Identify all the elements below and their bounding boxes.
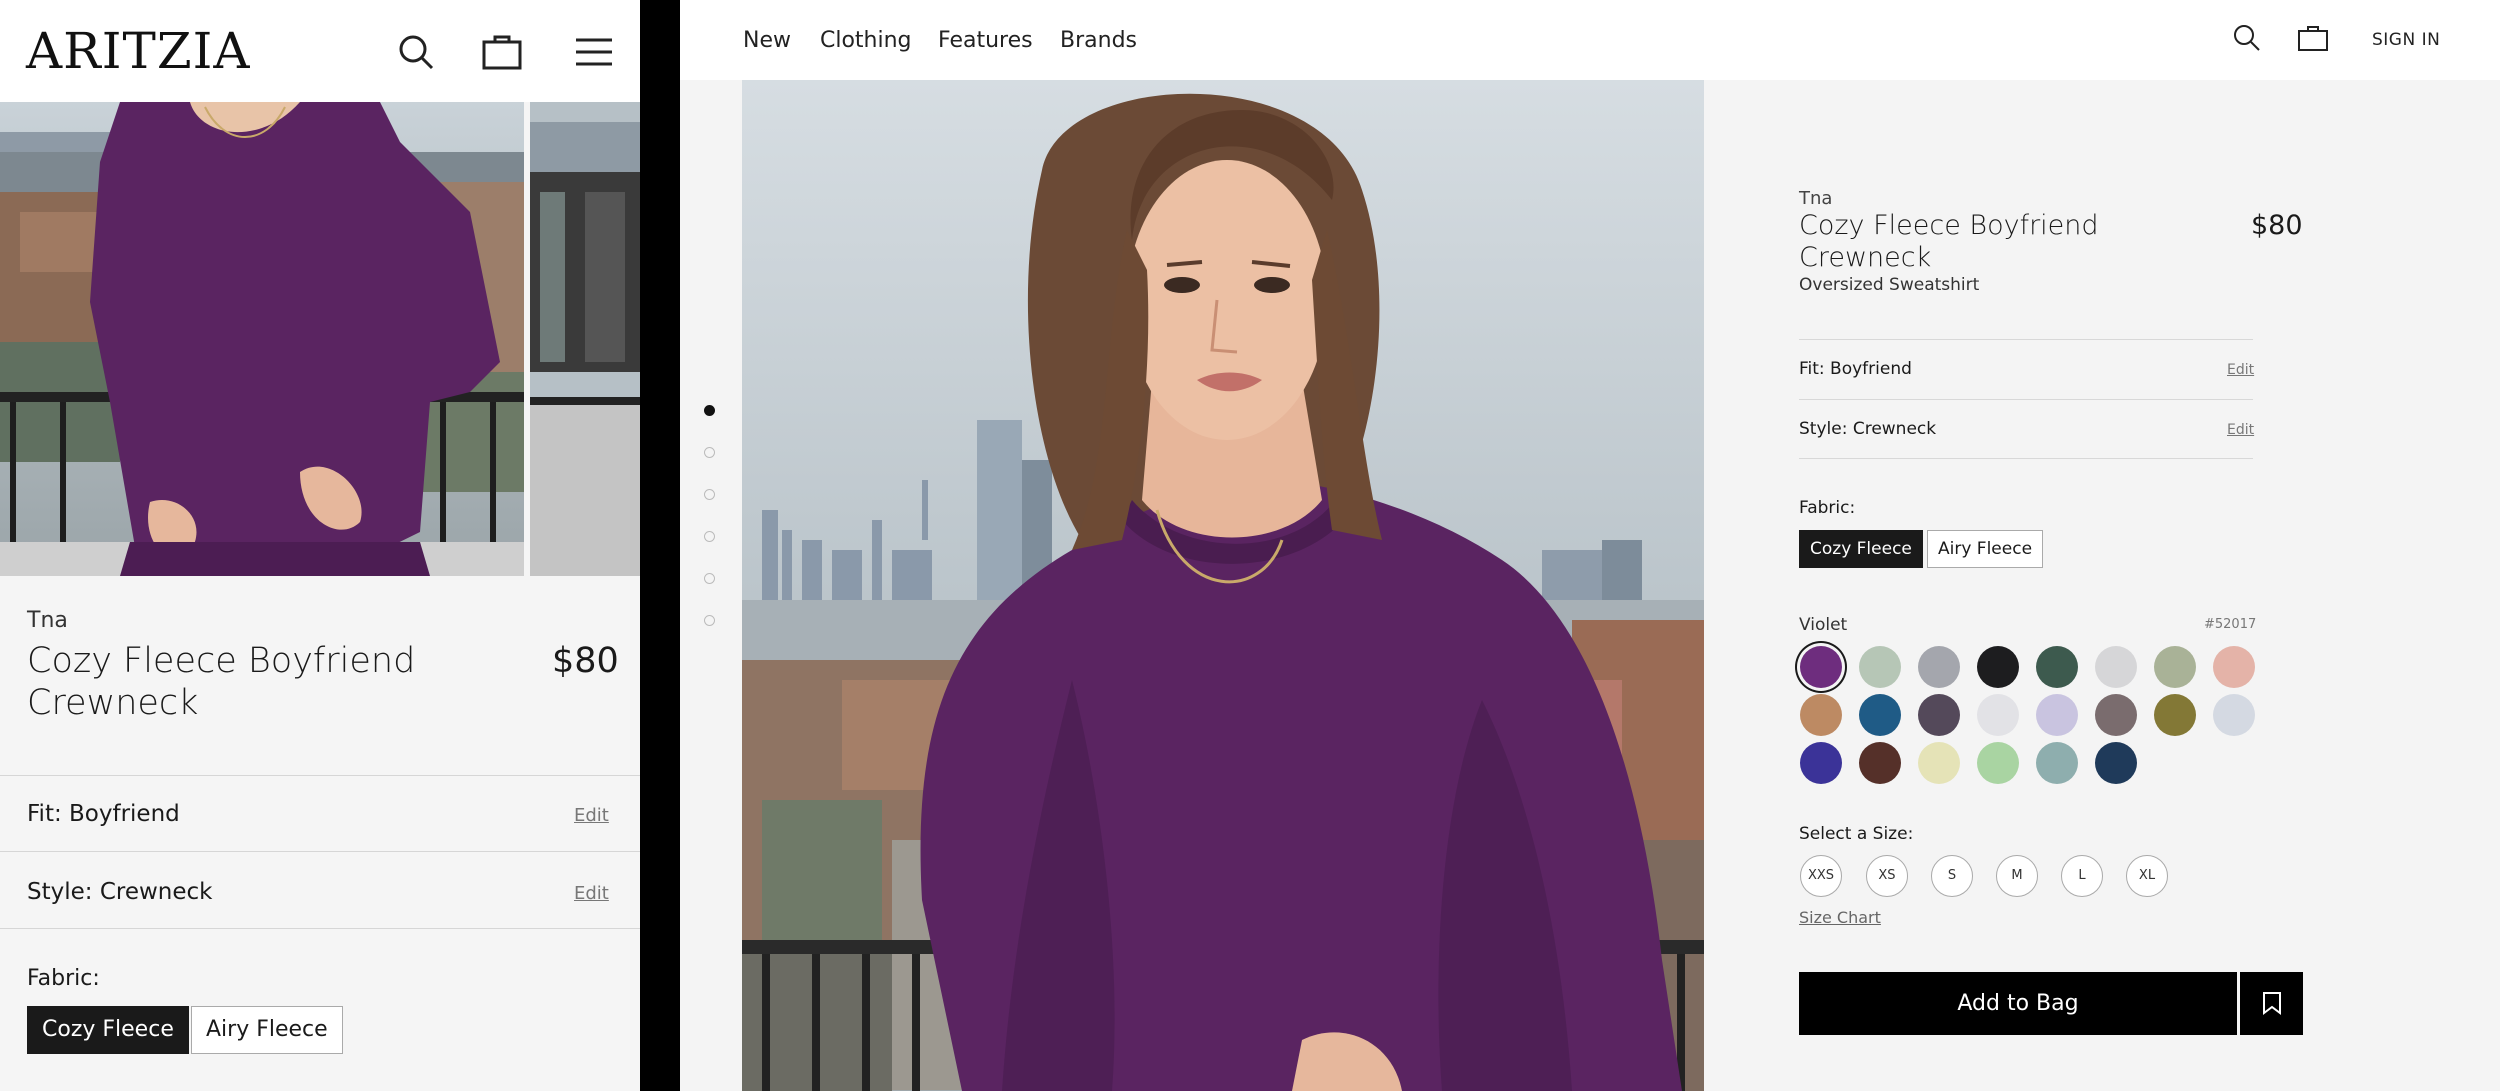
gallery-dot[interactable] bbox=[704, 615, 715, 626]
bookmark-icon bbox=[2263, 992, 2281, 1015]
color-swatch[interactable] bbox=[1800, 742, 1842, 784]
gallery-pagination bbox=[704, 405, 718, 657]
search-icon[interactable] bbox=[394, 30, 438, 74]
size-option-m[interactable]: M bbox=[1996, 855, 2038, 897]
size-option-s[interactable]: S bbox=[1931, 855, 1973, 897]
product-brand[interactable]: Tna bbox=[1799, 188, 1832, 209]
color-swatch[interactable] bbox=[2213, 646, 2255, 688]
bag-icon[interactable] bbox=[480, 30, 524, 74]
style-option-label: Style: Crewneck bbox=[27, 879, 213, 905]
color-swatch[interactable] bbox=[1918, 694, 1960, 736]
product-price: $80 bbox=[552, 641, 619, 681]
fit-option-label: Fit: Boyfriend bbox=[1799, 359, 1912, 379]
product-title: Cozy Fleece Boyfriend Crewneck bbox=[1799, 210, 2099, 273]
fit-edit-link[interactable]: Edit bbox=[2227, 362, 2254, 378]
color-swatch[interactable] bbox=[1977, 742, 2019, 784]
size-option-xxs[interactable]: XXS bbox=[1800, 855, 1842, 897]
nav-new[interactable]: New bbox=[743, 28, 791, 53]
mobile-header: ARITZIA bbox=[0, 0, 640, 102]
gallery-dot[interactable] bbox=[704, 573, 715, 584]
size-option-xs[interactable]: XS bbox=[1866, 855, 1908, 897]
color-swatch[interactable] bbox=[1918, 646, 1960, 688]
color-swatch[interactable] bbox=[2154, 646, 2196, 688]
color-swatch[interactable] bbox=[2213, 694, 2255, 736]
color-swatch[interactable] bbox=[1859, 694, 1901, 736]
divider bbox=[1799, 339, 2253, 340]
gallery-dot[interactable] bbox=[704, 489, 715, 500]
color-swatch[interactable] bbox=[1918, 742, 1960, 784]
color-swatch[interactable] bbox=[2095, 694, 2137, 736]
style-option-label: Style: Crewneck bbox=[1799, 419, 1937, 439]
add-to-bag-button[interactable]: Add to Bag bbox=[1799, 972, 2237, 1035]
product-brand[interactable]: Tna bbox=[27, 608, 68, 633]
product-title: Cozy Fleece Boyfriend Crewneck bbox=[27, 641, 416, 723]
product-subtitle: Oversized Sweatshirt bbox=[1799, 275, 1980, 295]
bag-icon[interactable] bbox=[2297, 22, 2329, 54]
mobile-view: ARITZIA Tna Cozy Fleece Boyfriend Crewne… bbox=[0, 0, 640, 1091]
color-swatch[interactable] bbox=[2036, 646, 2078, 688]
color-swatch[interactable] bbox=[1800, 646, 1842, 688]
size-option-l[interactable]: L bbox=[2061, 855, 2103, 897]
product-price: $80 bbox=[2251, 210, 2303, 241]
color-swatch[interactable] bbox=[1977, 694, 2019, 736]
product-photo-main[interactable] bbox=[742, 80, 1704, 1091]
divider bbox=[0, 775, 640, 776]
gallery-dot[interactable] bbox=[704, 447, 715, 458]
fabric-option-cozy-fleece[interactable]: Cozy Fleece bbox=[27, 1006, 189, 1054]
gallery-dot[interactable] bbox=[704, 531, 715, 542]
color-swatch[interactable] bbox=[2036, 694, 2078, 736]
divider bbox=[1799, 399, 2253, 400]
fabric-label: Fabric: bbox=[1799, 498, 1856, 518]
size-option-xl[interactable]: XL bbox=[2126, 855, 2168, 897]
color-swatch[interactable] bbox=[2036, 742, 2078, 784]
color-swatch[interactable] bbox=[2095, 742, 2137, 784]
menu-icon[interactable] bbox=[572, 30, 616, 74]
fabric-option-cozy-fleece[interactable]: Cozy Fleece bbox=[1799, 530, 1923, 568]
nav-brands[interactable]: Brands bbox=[1060, 28, 1137, 53]
color-swatch[interactable] bbox=[1859, 742, 1901, 784]
color-swatch[interactable] bbox=[2154, 694, 2196, 736]
product-photo-next[interactable] bbox=[530, 102, 640, 576]
search-icon[interactable] bbox=[2231, 22, 2263, 54]
nav-clothing[interactable]: Clothing bbox=[820, 28, 912, 53]
divider bbox=[0, 851, 640, 852]
gallery-dot[interactable] bbox=[704, 405, 715, 416]
sign-in-link[interactable]: SIGN IN bbox=[2372, 30, 2440, 50]
selected-color-code: #52017 bbox=[2204, 617, 2257, 632]
desktop-view: New Clothing Features Brands SIGN IN Tna… bbox=[680, 0, 2500, 1091]
selected-color-name: Violet bbox=[1799, 615, 1848, 635]
color-swatch[interactable] bbox=[1859, 646, 1901, 688]
desktop-header: New Clothing Features Brands SIGN IN bbox=[680, 0, 2500, 80]
style-edit-link[interactable]: Edit bbox=[2227, 422, 2254, 438]
product-photo-main bbox=[0, 102, 524, 576]
color-swatch[interactable] bbox=[1977, 646, 2019, 688]
divider bbox=[1799, 458, 2253, 459]
fabric-option-airy-fleece[interactable]: Airy Fleece bbox=[1927, 530, 2044, 568]
product-info: Tna Cozy Fleece Boyfriend Crewneck $80 O… bbox=[1799, 80, 2419, 1091]
color-swatch[interactable] bbox=[1800, 694, 1842, 736]
brand-logo[interactable]: ARITZIA bbox=[26, 22, 250, 80]
nav-features[interactable]: Features bbox=[938, 28, 1033, 53]
fit-edit-link[interactable]: Edit bbox=[574, 805, 609, 826]
color-swatch[interactable] bbox=[2095, 646, 2137, 688]
divider bbox=[0, 928, 640, 929]
mobile-photo-carousel[interactable] bbox=[0, 102, 640, 576]
fit-option-label: Fit: Boyfriend bbox=[27, 801, 180, 827]
size-chart-link[interactable]: Size Chart bbox=[1799, 908, 1881, 927]
size-label: Select a Size: bbox=[1799, 824, 1914, 844]
fabric-option-airy-fleece[interactable]: Airy Fleece bbox=[191, 1006, 343, 1054]
fabric-label: Fabric: bbox=[27, 966, 100, 991]
style-edit-link[interactable]: Edit bbox=[574, 883, 609, 904]
wishlist-button[interactable] bbox=[2240, 972, 2303, 1035]
